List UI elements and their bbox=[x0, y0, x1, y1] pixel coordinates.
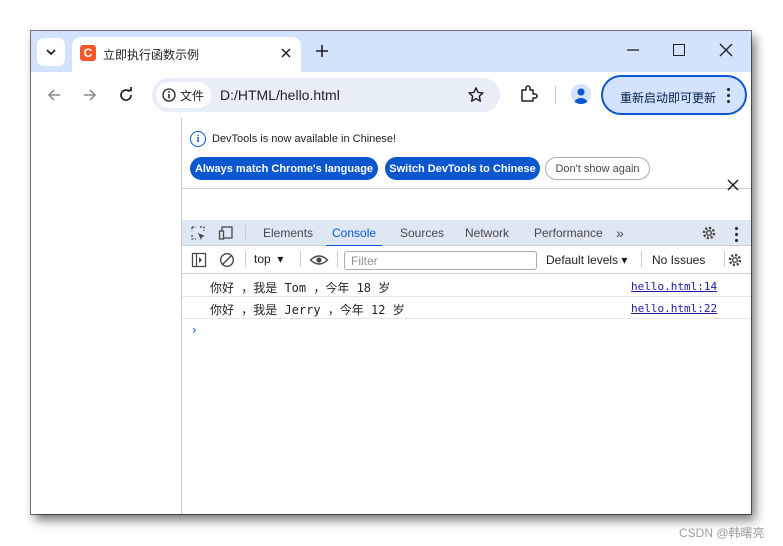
plus-icon[interactable] bbox=[313, 42, 331, 60]
extensions-icon[interactable] bbox=[518, 84, 538, 104]
toolbar-divider bbox=[337, 251, 338, 267]
profile-icon[interactable] bbox=[571, 84, 591, 104]
toolbar-divider bbox=[724, 251, 725, 267]
issues-counter[interactable]: No Issues bbox=[652, 253, 705, 267]
dont-show-again-button[interactable]: Don't show again bbox=[545, 157, 650, 180]
match-language-button[interactable]: Always match Chrome's language bbox=[190, 157, 378, 180]
filter-input[interactable]: Filter bbox=[344, 251, 537, 270]
log-message: 你好 ，我是 Tom ，今年 18 岁 bbox=[210, 281, 391, 295]
toolbar-divider bbox=[245, 251, 246, 267]
site-info-label: 文件 bbox=[180, 88, 205, 103]
console-prompt[interactable]: › bbox=[192, 323, 197, 337]
tab-strip: C 立即执行函数示例 bbox=[31, 31, 751, 72]
close-icon[interactable] bbox=[279, 46, 293, 60]
kebab-menu-icon[interactable] bbox=[735, 227, 739, 242]
tab-title: 立即执行函数示例 bbox=[103, 48, 200, 62]
site-info-chip[interactable]: 文件 bbox=[156, 82, 211, 108]
toolbar-divider bbox=[641, 251, 642, 267]
context-selector[interactable]: top ▾ bbox=[254, 252, 283, 266]
forward-arrow-icon[interactable] bbox=[81, 86, 99, 104]
log-source-link[interactable]: hello.html:22 bbox=[631, 302, 717, 315]
gear-icon[interactable] bbox=[701, 225, 717, 241]
browser-toolbar: 文件 D:/HTML/hello.html 重新启动即可更新 bbox=[31, 72, 751, 118]
toolbar-divider bbox=[300, 251, 301, 267]
console-settings-gear-icon[interactable] bbox=[727, 252, 743, 268]
tab-elements[interactable]: Elements bbox=[257, 220, 319, 246]
tab-performance[interactable]: Performance bbox=[528, 220, 609, 246]
close-icon[interactable] bbox=[727, 179, 739, 191]
clear-console-icon[interactable] bbox=[219, 252, 235, 268]
favicon-icon: C bbox=[80, 45, 96, 61]
console-log-row: 你好 ，我是 Tom ，今年 18 岁 hello.html:14 bbox=[182, 275, 751, 297]
window-close-icon[interactable] bbox=[719, 43, 733, 57]
info-icon bbox=[162, 88, 176, 102]
tab-network[interactable]: Network bbox=[459, 220, 515, 246]
watermark: CSDN @韩曙亮 bbox=[679, 526, 765, 540]
tab-console[interactable]: Console bbox=[326, 220, 383, 247]
inspect-icon[interactable] bbox=[190, 225, 206, 241]
devtools-panel: i DevTools is now available in Chinese! … bbox=[182, 118, 751, 514]
url-text[interactable]: D:/HTML/hello.html bbox=[220, 87, 340, 103]
console-log-row: 你好 ，我是 Jerry ，今年 12 岁 hello.html:22 bbox=[182, 297, 751, 319]
infobar-message: DevTools is now available in Chinese! bbox=[212, 133, 397, 145]
device-toggle-icon[interactable] bbox=[218, 225, 234, 241]
log-levels-dropdown[interactable]: Default levels ▾ bbox=[546, 253, 627, 267]
console-output: 你好 ，我是 Tom ，今年 18 岁 hello.html:14 你好 ，我是… bbox=[182, 275, 751, 514]
browser-window: C 立即执行函数示例 文件 D:/HTML/hello.html 重新启动即可更… bbox=[31, 31, 751, 514]
console-toolbar: top ▾ Filter Default levels ▾ No Issues bbox=[182, 246, 751, 274]
update-restart-button[interactable]: 重新启动即可更新 bbox=[601, 75, 747, 115]
switch-to-chinese-button[interactable]: Switch DevTools to Chinese bbox=[385, 157, 540, 180]
language-infobar: i DevTools is now available in Chinese! … bbox=[182, 118, 751, 191]
chevron-down-icon bbox=[46, 49, 56, 56]
eye-icon[interactable] bbox=[309, 252, 329, 268]
reload-icon[interactable] bbox=[117, 86, 135, 104]
more-tabs-button[interactable]: » bbox=[610, 220, 630, 246]
star-icon[interactable] bbox=[467, 86, 485, 104]
page-viewport bbox=[31, 118, 182, 514]
tabbar-divider bbox=[245, 225, 246, 241]
log-levels-label: Default levels bbox=[546, 253, 619, 267]
sidebar-toggle-icon[interactable] bbox=[191, 252, 207, 268]
tab-sources[interactable]: Sources bbox=[394, 220, 450, 246]
log-source-link[interactable]: hello.html:14 bbox=[631, 280, 717, 293]
kebab-menu-icon[interactable] bbox=[727, 88, 731, 103]
devtools-tabbar: Elements Console Sources Network Perform… bbox=[182, 220, 751, 247]
update-button-label: 重新启动即可更新 bbox=[620, 91, 717, 105]
avatar bbox=[574, 88, 588, 104]
info-icon: i bbox=[190, 131, 206, 147]
toolbar-divider bbox=[555, 86, 556, 104]
back-arrow-icon[interactable] bbox=[45, 86, 63, 104]
log-message: 你好 ，我是 Jerry ，今年 12 岁 bbox=[210, 303, 405, 317]
minimize-icon[interactable] bbox=[626, 43, 640, 57]
browser-tab[interactable]: C 立即执行函数示例 bbox=[72, 37, 301, 72]
address-bar[interactable]: 文件 D:/HTML/hello.html bbox=[152, 78, 500, 112]
tab-search-button[interactable] bbox=[37, 38, 65, 66]
context-label: top bbox=[254, 252, 271, 266]
maximize-icon[interactable] bbox=[673, 44, 685, 56]
